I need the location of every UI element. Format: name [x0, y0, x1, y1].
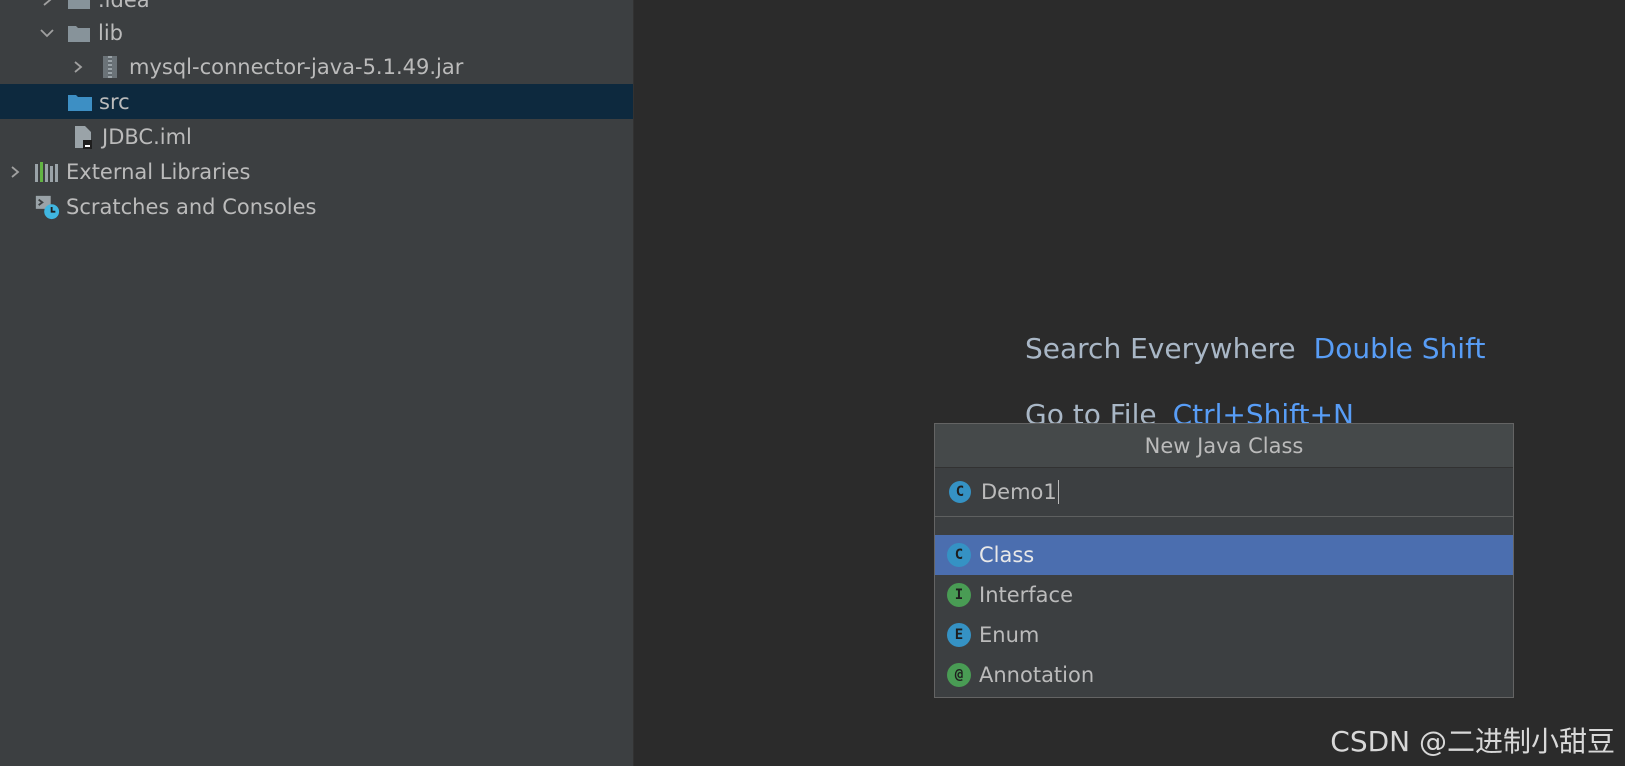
chevron-down-icon[interactable] — [36, 15, 58, 50]
text-caret — [1057, 480, 1059, 504]
kind-list: C Class I Interface E Enum @ Annotation — [935, 535, 1513, 695]
tree-item-jdbc-iml[interactable]: JDBC.iml — [0, 119, 633, 154]
kind-label: Class — [979, 543, 1035, 567]
hint-shortcut: Double Shift — [1313, 332, 1486, 365]
tree-item-label: External Libraries — [66, 159, 251, 184]
tree-item-label: Scratches and Consoles — [66, 194, 317, 219]
tree-item-mysql-jar[interactable]: mysql-connector-java-5.1.49.jar — [0, 49, 633, 84]
kind-item-class[interactable]: C Class — [935, 535, 1513, 575]
tree-item-label: JDBC.iml — [102, 124, 192, 149]
source-folder-icon — [67, 89, 93, 115]
tree-item-label: lib — [98, 20, 123, 45]
tree-item-label: mysql-connector-java-5.1.49.jar — [129, 54, 464, 79]
chevron-right-icon[interactable] — [4, 154, 26, 189]
new-java-class-dialog: New Java Class C Demo1 C Class I Interfa… — [934, 423, 1514, 698]
module-file-icon — [70, 124, 96, 150]
enum-icon: E — [947, 623, 971, 647]
tree-item-label: .idea — [98, 0, 150, 12]
libraries-icon — [34, 159, 60, 185]
watermark: CSDN @二进制小甜豆 — [1330, 725, 1615, 758]
annotation-icon: @ — [947, 663, 971, 687]
kind-item-enum[interactable]: E Enum — [935, 615, 1513, 655]
tree-item-label: src — [99, 89, 130, 114]
class-icon: C — [949, 481, 971, 503]
class-name-input[interactable]: C Demo1 — [935, 468, 1513, 517]
chevron-right-icon[interactable] — [67, 49, 89, 84]
tree-item-scratches[interactable]: Scratches and Consoles — [0, 189, 633, 224]
class-name-value[interactable]: Demo1 — [981, 480, 1057, 504]
folder-icon — [66, 20, 92, 46]
kind-label: Annotation — [979, 663, 1095, 687]
hint-label: Search Everywhere — [1025, 332, 1296, 365]
kind-item-annotation[interactable]: @ Annotation — [935, 655, 1513, 695]
class-icon: C — [947, 543, 971, 567]
project-tree-panel: .idea lib mysql-connector-java-5.1.49.ja… — [0, 0, 634, 766]
kind-label: Enum — [979, 623, 1040, 647]
scratches-icon — [34, 194, 60, 220]
dialog-separator — [935, 517, 1513, 535]
kind-label: Interface — [979, 583, 1074, 607]
tree-item-src[interactable]: src — [0, 84, 633, 119]
hint-search-everywhere: Search Everywhere Double Shift — [1025, 332, 1485, 365]
kind-item-interface[interactable]: I Interface — [935, 575, 1513, 615]
tree-item-lib[interactable]: lib — [0, 15, 633, 50]
jar-icon — [97, 54, 123, 80]
dialog-title[interactable]: New Java Class — [935, 424, 1513, 468]
tree-item-external-libraries[interactable]: External Libraries — [0, 154, 633, 189]
interface-icon: I — [947, 583, 971, 607]
folder-icon — [66, 0, 92, 13]
